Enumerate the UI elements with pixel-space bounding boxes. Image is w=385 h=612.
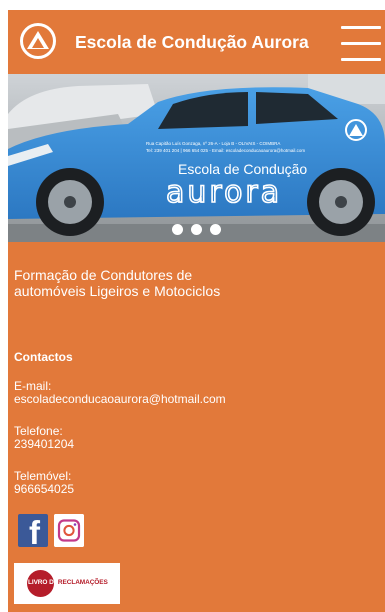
phone-info: Telefone: 239401204 xyxy=(14,425,74,451)
car-brand-text: aurora xyxy=(166,175,282,210)
carousel-dot[interactable] xyxy=(191,224,202,235)
complaints-book-button[interactable]: LIVRO DERECLAMAÇÕES xyxy=(14,563,120,604)
mobile-info: Telemóvel: 966654025 xyxy=(14,470,74,496)
car-address-line1: Rua Capitão Luís Gonzaga, nº 26-A - Loja… xyxy=(146,141,280,146)
menu-line xyxy=(341,42,381,45)
facebook-icon[interactable]: f xyxy=(18,514,48,547)
email-value[interactable]: escoladeconducaoaurora@hotmail.com xyxy=(14,393,226,406)
facebook-glyph: f xyxy=(29,514,40,547)
carousel-indicators xyxy=(8,222,385,235)
header-bar: Escola de Condução Aurora xyxy=(8,10,385,74)
hamburger-menu-button[interactable] xyxy=(341,26,381,62)
email-info: E-mail: escoladeconducaoaurora@hotmail.c… xyxy=(14,380,226,406)
page: Escola de Condução Aurora Rua Capitão Lu… xyxy=(8,10,385,612)
mobile-value[interactable]: 966654025 xyxy=(14,483,74,496)
menu-line xyxy=(341,58,381,61)
instagram-icon[interactable] xyxy=(54,514,84,547)
tagline: Formação de Condutores de automóveis Lig… xyxy=(14,267,221,299)
app-title[interactable]: Escola de Condução Aurora xyxy=(75,32,309,53)
car-address-line2: Tel: 239 401 204 | 966 654 025 - Email: … xyxy=(146,148,305,153)
contacts-title: Contactos xyxy=(14,350,73,364)
car-photo: Rua Capitão Luís Gonzaga, nº 26-A - Loja… xyxy=(8,74,385,242)
menu-line xyxy=(341,26,381,29)
complaints-label: LIVRO DERECLAMAÇÕES xyxy=(28,579,108,586)
phone-value[interactable]: 239401204 xyxy=(14,438,74,451)
logo-icon[interactable] xyxy=(20,23,56,59)
carousel-dot[interactable] xyxy=(171,224,183,235)
hero-carousel[interactable]: Rua Capitão Luís Gonzaga, nº 26-A - Loja… xyxy=(8,74,385,242)
carousel-dot[interactable] xyxy=(210,224,222,235)
